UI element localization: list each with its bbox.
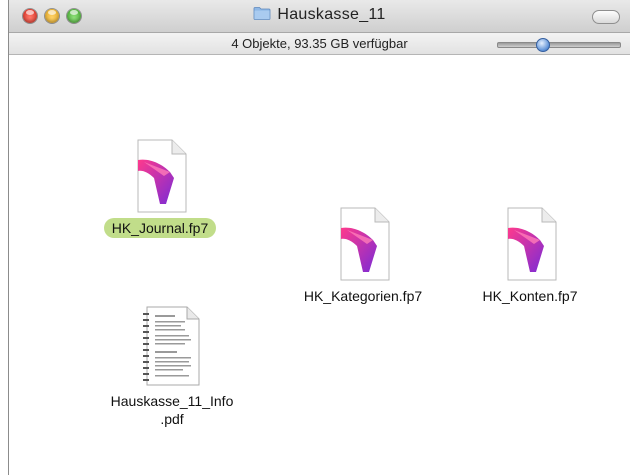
- window-title-wrap: Hauskasse_11: [9, 6, 630, 24]
- window-title: Hauskasse_11: [277, 6, 386, 23]
- filemaker-document-icon: [507, 207, 557, 281]
- file-label[interactable]: HK_Kategorien.fp7: [296, 286, 430, 306]
- pdf-document-icon: [143, 306, 200, 386]
- icon-size-slider[interactable]: [497, 38, 621, 52]
- file-item-hk-journal[interactable]: HK_Journal.fp7: [85, 138, 235, 238]
- folder-icon: [253, 7, 271, 20]
- status-bar: 4 Objekte, 93.35 GB verfügbar: [9, 33, 630, 55]
- filemaker-document-icon: [340, 207, 390, 281]
- file-item-hauskasse-info-pdf[interactable]: Hauskasse_11_Info .pdf: [87, 305, 257, 429]
- filemaker-document-icon: [137, 139, 187, 213]
- file-label[interactable]: Hauskasse_11_Info .pdf: [103, 391, 242, 429]
- finder-window: Hauskasse_11 4 Objekte, 93.35 GB verfügb…: [8, 0, 630, 475]
- file-label[interactable]: HK_Journal.fp7: [103, 218, 217, 238]
- title-bar[interactable]: Hauskasse_11: [9, 0, 630, 33]
- icon-size-slider-knob[interactable]: [536, 38, 550, 52]
- file-item-hk-konten[interactable]: HK_Konten.fp7: [455, 206, 605, 306]
- file-label[interactable]: HK_Konten.fp7: [475, 286, 586, 306]
- file-item-hk-kategorien[interactable]: HK_Kategorien.fp7: [283, 206, 443, 306]
- toolbar-toggle-button[interactable]: [592, 10, 620, 24]
